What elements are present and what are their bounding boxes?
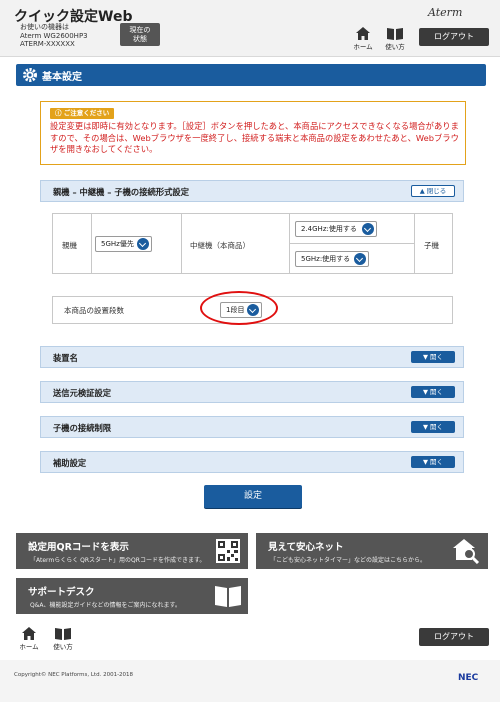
caution-badge-label: ご注意ください	[63, 109, 110, 117]
home-label: ホーム	[19, 643, 39, 651]
parent-label: 親機	[62, 241, 77, 250]
copyright: Copyright© NEC Platforms, Ltd. 2001-2018	[14, 672, 134, 678]
book-icon	[55, 628, 71, 640]
table-divider	[289, 243, 414, 244]
open-section-button[interactable]: ▼ 開く	[411, 456, 455, 468]
table-divider	[414, 213, 415, 274]
chevron-down-icon: ▼	[422, 458, 428, 466]
card-subtitle: Q&A、機能設定ガイドなどの情報をご案内になれます。	[30, 602, 181, 609]
repeater-label: 中継機（本商品）	[190, 241, 250, 250]
section-label: 親機 – 中継機 – 子機の接続形式設定	[53, 187, 190, 197]
section-label: 装置名	[53, 353, 78, 363]
card-title: 設定用QRコードを表示	[28, 542, 129, 553]
section-label: 送信元検証設定	[53, 388, 112, 398]
qr-code-icon	[216, 539, 240, 563]
open-section-button[interactable]: ▼ 開く	[411, 386, 455, 398]
band-24ghz-select[interactable]: 2.4GHz:使用する	[295, 221, 377, 237]
card-title: 見えて安心ネット	[268, 542, 344, 553]
section-device-name: 装置名 ▼ 開く	[40, 346, 464, 368]
page-title: 基本設定	[42, 72, 82, 83]
page-title-bar	[16, 64, 486, 86]
chevron-down-icon: ▼	[422, 388, 428, 396]
home-button[interactable]: ホーム	[348, 27, 378, 51]
section-client-limit: 子機の接続制限 ▼ 開く	[40, 416, 464, 438]
current-status-button[interactable]: 現在の 状態	[120, 23, 160, 46]
parent-band-value: 5GHz優先	[101, 240, 134, 248]
status-label-2: 状態	[133, 34, 147, 43]
chevron-down-icon	[354, 253, 366, 265]
caution-badge: ⓘ ご注意ください	[50, 108, 115, 119]
footer-help-button[interactable]: 使い方	[48, 627, 78, 651]
footer	[0, 660, 500, 702]
chevron-down-icon: ▼	[422, 353, 428, 361]
open-label: 開く	[430, 388, 444, 396]
table-divider	[91, 213, 92, 274]
gear-icon	[23, 68, 37, 82]
logout-button[interactable]: ログアウト	[419, 28, 489, 46]
band-5ghz-value: 5GHz:使用する	[301, 255, 351, 263]
install-level-label: 本商品の設置段数	[64, 306, 124, 315]
support-desk-card[interactable]: サポートデスク Q&A、機能設定ガイドなどの情報をご案内になれます。	[16, 578, 248, 614]
open-label: 開く	[430, 423, 444, 431]
open-label: 開く	[430, 353, 444, 361]
section-source-verification: 送信元検証設定 ▼ 開く	[40, 381, 464, 403]
close-section-button[interactable]: ▲ 閉じる	[411, 185, 455, 197]
home-icon	[22, 627, 36, 640]
open-section-button[interactable]: ▼ 開く	[411, 351, 455, 363]
section-label: 補助設定	[53, 458, 87, 468]
brand-logo: Aterm	[428, 6, 463, 19]
help-label: 使い方	[385, 43, 405, 51]
help-button[interactable]: 使い方	[380, 27, 410, 51]
device-line-2: Aterm WG2600HP3	[20, 31, 88, 40]
footer-home-button[interactable]: ホーム	[14, 627, 44, 651]
help-label: 使い方	[53, 643, 73, 651]
book-icon	[215, 586, 241, 607]
open-section-button[interactable]: ▼ 開く	[411, 421, 455, 433]
close-label: 閉じる	[426, 187, 447, 195]
highlight-ellipse	[200, 291, 278, 325]
card-subtitle: 「こども安心ネットタイマー」などの設定はこちらから。	[270, 557, 427, 564]
safe-net-card[interactable]: 見えて安心ネット 「こども安心ネットタイマー」などの設定はこちらから。	[256, 533, 488, 569]
chevron-down-icon: ▼	[422, 423, 428, 431]
caution-text: 設定変更は即時に有効となります。［設定］ボタンを押したあと、本商品にアクセスでき…	[50, 121, 459, 154]
chevron-up-icon: ▲	[419, 187, 425, 195]
section-connection-mode: 親機 – 中継機 – 子機の接続形式設定 ▲ 閉じる	[40, 180, 464, 202]
apply-button[interactable]: 設定	[204, 485, 302, 508]
parent-band-select[interactable]: 5GHz優先	[95, 236, 152, 252]
chevron-down-icon	[362, 223, 374, 235]
open-label: 開く	[430, 458, 444, 466]
section-auxiliary: 補助設定 ▼ 開く	[40, 451, 464, 473]
card-subtitle: 「Atermらくらく QRスタート」用のQRコードを作成できます。	[30, 557, 206, 564]
device-line-1: お使いの機器は	[20, 23, 69, 31]
card-title: サポートデスク	[28, 587, 95, 598]
table-divider	[181, 213, 182, 274]
nec-logo: NEC	[458, 673, 479, 683]
device-line-3: ATERM-XXXXXX	[20, 40, 75, 48]
info-icon: ⓘ	[55, 109, 64, 117]
chevron-down-icon	[137, 238, 149, 250]
footer-logout-button[interactable]: ログアウト	[419, 628, 489, 646]
band-5ghz-select[interactable]: 5GHz:使用する	[295, 251, 369, 267]
book-icon	[387, 28, 403, 40]
child-label: 子機	[424, 241, 439, 250]
band-24ghz-value: 2.4GHz:使用する	[301, 225, 357, 233]
device-info: お使いの機器は Aterm WG2600HP3 ATERM-XXXXXX	[20, 23, 88, 49]
section-label: 子機の接続制限	[53, 423, 112, 433]
home-label: ホーム	[353, 43, 373, 51]
home-icon	[356, 27, 370, 40]
house-search-icon	[453, 539, 480, 564]
qr-code-card[interactable]: 設定用QRコードを表示 「Atermらくらく QRスタート」用のQRコードを作成…	[16, 533, 248, 569]
status-label-1: 現在の	[129, 25, 151, 34]
